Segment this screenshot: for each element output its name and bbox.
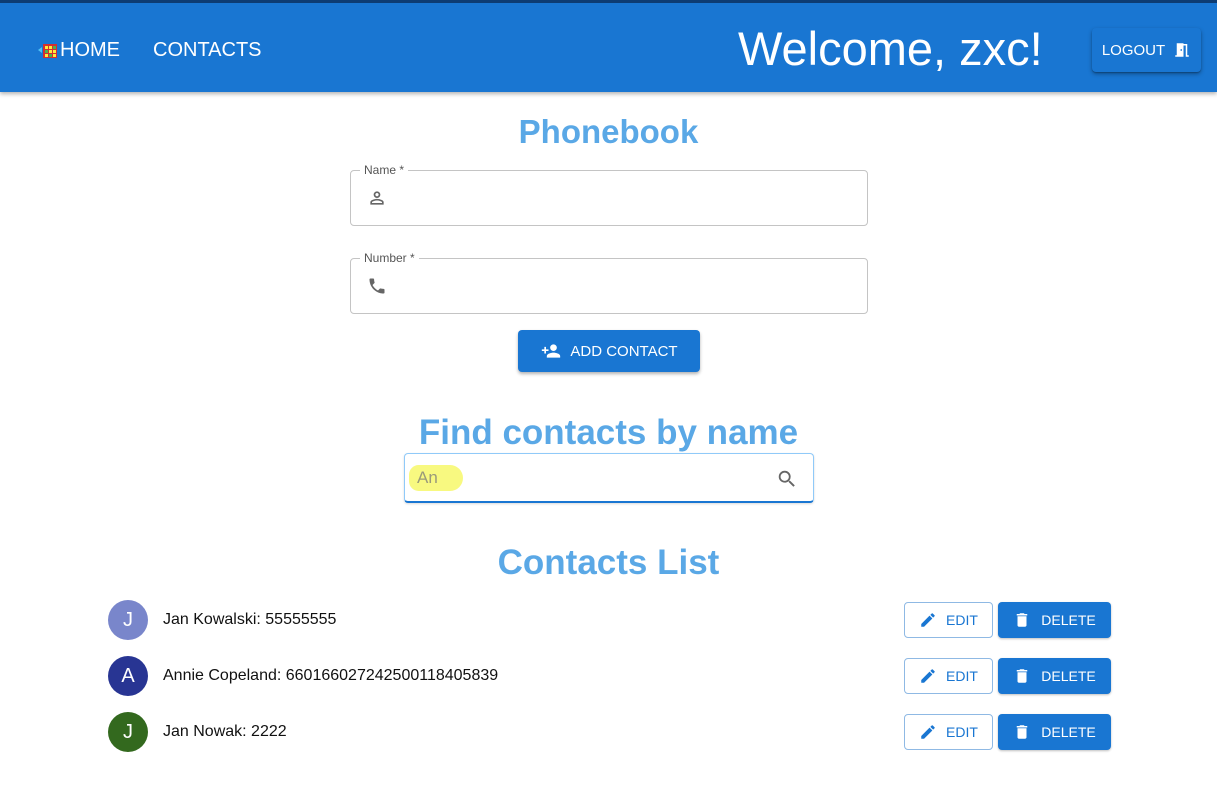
person-icon <box>370 191 384 205</box>
logout-button[interactable]: LOGOUT <box>1092 28 1201 72</box>
contact-text: Jan Kowalski: 55555555 <box>163 611 337 628</box>
edit-button[interactable]: EDIT <box>904 658 993 694</box>
trash-icon <box>1017 669 1028 683</box>
delete-button[interactable]: DELETE <box>998 714 1111 750</box>
number-field-label: Number * <box>360 251 419 265</box>
phonebook-title: Phonebook <box>518 113 699 150</box>
search-field <box>404 453 814 503</box>
avatar: J <box>108 712 148 752</box>
contacts-list-title: Contacts List <box>497 543 720 582</box>
person-add-icon <box>542 344 561 358</box>
list-item: J Jan Kowalski: 55555555 EDIT DELETE <box>108 600 1112 640</box>
list-item: J Jan Nowak: 2222 EDIT DELETE <box>108 712 1112 752</box>
edit-button[interactable]: EDIT <box>904 714 993 750</box>
edit-label: EDIT <box>946 612 978 628</box>
home-icon <box>38 43 57 58</box>
door-exit-icon <box>1175 43 1189 57</box>
avatar: A <box>108 656 148 696</box>
edit-label: EDIT <box>946 668 978 684</box>
avatar: J <box>108 600 148 640</box>
trash-icon <box>1017 725 1028 739</box>
nav-contacts-link[interactable]: CONTACTS <box>153 36 262 64</box>
delete-button[interactable]: DELETE <box>998 602 1111 638</box>
edit-label: EDIT <box>946 724 978 740</box>
find-contacts-title: Find contacts by name <box>418 413 799 452</box>
contact-text: Annie Copeland: 66016602724250011840583​… <box>163 667 499 684</box>
contact-text: Jan Nowak: 2222 <box>163 723 287 740</box>
pencil-icon <box>921 725 935 739</box>
phone-icon <box>369 278 385 294</box>
delete-label: DELETE <box>1041 612 1096 628</box>
name-input[interactable] <box>399 181 854 215</box>
edit-button[interactable]: EDIT <box>904 602 993 638</box>
logout-label: LOGOUT <box>1101 41 1166 59</box>
welcome-message: Welcome, zxc! <box>738 22 1043 75</box>
add-contact-button[interactable]: ADD CONTACT <box>518 330 700 372</box>
search-input[interactable] <box>417 464 757 492</box>
delete-label: DELETE <box>1041 724 1096 740</box>
trash-icon <box>1017 613 1028 627</box>
nav-home-label: HOME <box>60 38 120 61</box>
delete-label: DELETE <box>1041 668 1096 684</box>
app-bar: HOME CONTACTS Welcome, zxc! LOGOUT <box>0 0 1217 92</box>
list-item: A Annie Copeland: 6601660272425001184058… <box>108 656 1112 696</box>
number-field: Number * <box>350 251 868 314</box>
name-field-label: Name * <box>360 163 409 177</box>
name-field: Name * <box>350 163 868 226</box>
delete-button[interactable]: DELETE <box>998 658 1111 694</box>
number-input[interactable] <box>399 269 854 303</box>
pencil-icon <box>921 669 935 683</box>
pencil-icon <box>921 613 935 627</box>
add-contact-label: ADD CONTACT <box>570 342 678 360</box>
nav-home-link[interactable]: HOME <box>38 36 120 64</box>
search-icon[interactable] <box>776 468 798 490</box>
